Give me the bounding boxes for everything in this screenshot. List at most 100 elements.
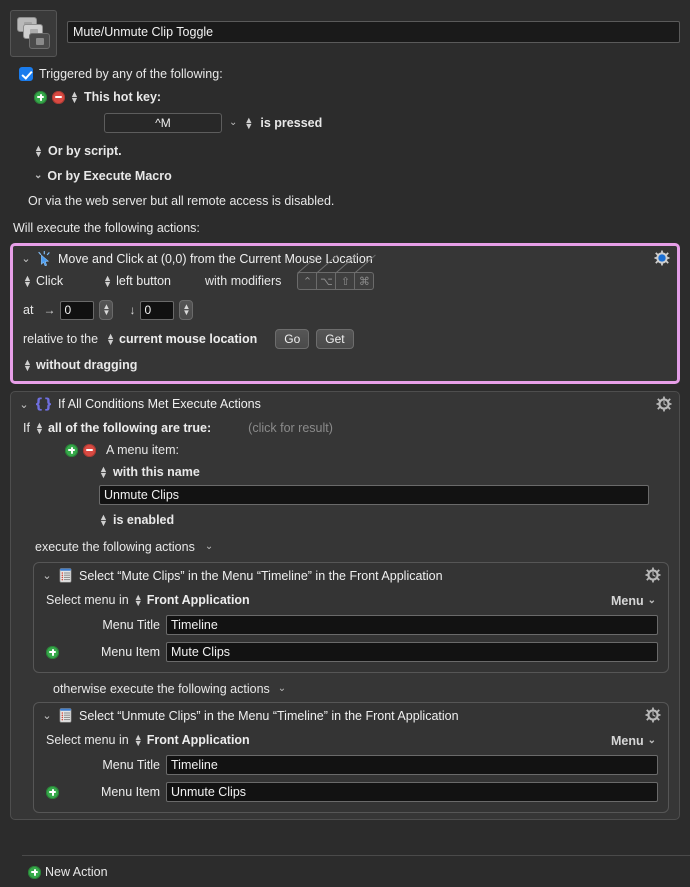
menu-title-row-mute: Menu Title Timeline <box>46 615 658 635</box>
hotkey-chevron-down-icon[interactable]: ⌄ <box>229 118 237 128</box>
triggered-by-checkbox[interactable] <box>19 67 33 81</box>
menu-target-popup-mute[interactable]: ▲ ▼ Front Application <box>134 593 250 608</box>
sub-action-title-unmute: Select “Unmute Clips” in the Menu “Timel… <box>79 708 459 723</box>
sub-action-select-menu-unmute[interactable]: ⌄ Select “Unmute Clips” in the Menu “Tim… <box>33 702 669 813</box>
disclosure-triangle-icon-if[interactable]: ⌄ <box>19 398 29 411</box>
condition-state-row[interactable]: ▲ ▼ is enabled <box>23 513 669 528</box>
add-menu-item-button-mute[interactable] <box>46 645 59 659</box>
go-button[interactable]: Go <box>275 329 310 349</box>
sub-action-gear-icon-mute[interactable] <box>645 567 661 583</box>
click-mode-popup[interactable]: ▲ ▼ Click <box>23 274 63 289</box>
macro-editor-window: Mute/Unmute Clip Toggle Triggered by any… <box>0 0 690 887</box>
menu-target-value-mute: Front Application <box>146 593 250 607</box>
condition-name-input[interactable]: Unmute Clips <box>99 485 649 505</box>
remove-condition-button[interactable] <box>83 443 96 457</box>
hotkey-input[interactable]: ^M <box>104 113 222 133</box>
menu-target-stepper-icon-unmute[interactable]: ▲ ▼ <box>134 733 143 748</box>
hotkey-condition-stepper-icon[interactable]: ▲ ▼ <box>244 116 253 131</box>
click-cursor-icon <box>38 251 50 266</box>
sub-action-title-mute: Select “Mute Clips” in the Menu “Timelin… <box>79 568 443 583</box>
then-branch-label-row[interactable]: execute the following actions ⌄ <box>23 540 669 554</box>
click-mode-stepper-icon[interactable]: ▲ ▼ <box>23 274 32 289</box>
relative-target-stepper-icon[interactable]: ▲ ▼ <box>106 332 115 347</box>
condition-state-stepper-icon[interactable]: ▲ ▼ <box>99 513 108 528</box>
menu-popup-button-mute[interactable]: Menu ⌄ <box>611 594 656 608</box>
match-mode-value: all of the following are true: <box>47 421 212 435</box>
menu-title-label-mute: Menu Title <box>102 618 160 632</box>
add-trigger-button[interactable] <box>34 90 47 104</box>
menu-target-popup-unmute[interactable]: ▲ ▼ Front Application <box>134 733 250 748</box>
action-if-all-conditions[interactable]: ⌄ {} If All Conditions Met Execute Actio… <box>10 391 680 820</box>
macro-stack-icon[interactable] <box>10 10 57 57</box>
menu-target-stepper-icon-mute[interactable]: ▲ ▼ <box>134 593 143 608</box>
execute-macro-chevron-down-icon[interactable]: ⌄ <box>34 171 42 181</box>
trigger-type-stepper-icon[interactable]: ▲ ▼ <box>70 90 79 105</box>
menu-title-input-mute[interactable]: Timeline <box>166 615 658 635</box>
x-coordinate-input[interactable]: 0 <box>60 300 95 320</box>
add-condition-button[interactable] <box>65 443 78 457</box>
command-modifier-button[interactable]: ⌘ <box>354 272 375 290</box>
relative-target-popup[interactable]: ▲ ▼ current mouse location <box>106 332 258 347</box>
menu-list-icon-unmute <box>59 708 72 723</box>
mouse-button-popup[interactable]: ▲ ▼ left button <box>103 274 171 289</box>
new-action-plus-icon <box>28 865 41 879</box>
option-modifier-button[interactable]: ⌥ <box>316 272 337 290</box>
condition-match-row: If ▲ ▼ all of the following are true: (cl… <box>23 421 669 436</box>
sub-action-body-unmute: Select menu in ▲ ▼ Front Application Menu… <box>34 733 668 812</box>
y-axis-arrow-icon: ↓ <box>129 303 136 317</box>
or-by-script-row[interactable]: ▲ ▼ Or by script. <box>0 144 690 159</box>
or-by-execute-macro-row[interactable]: ⌄ Or by Execute Macro <box>0 169 690 183</box>
else-branch-chevron-down-icon[interactable]: ⌄ <box>278 684 286 694</box>
drag-mode-stepper-icon[interactable]: ▲ ▼ <box>23 358 32 373</box>
y-coordinate-stepper[interactable]: ▲ ▼ <box>179 300 194 320</box>
drag-mode-row[interactable]: ▲ ▼ without dragging <box>23 358 667 373</box>
menu-item-input-mute[interactable]: Mute Clips <box>166 642 658 662</box>
get-button[interactable]: Get <box>316 329 354 349</box>
macro-title-input[interactable]: Mute/Unmute Clip Toggle <box>67 21 680 43</box>
menu-popup-button-unmute[interactable]: Menu ⌄ <box>611 734 656 748</box>
menu-item-label-mute: Menu Item <box>100 645 160 659</box>
remove-trigger-button[interactable] <box>52 90 65 104</box>
shift-modifier-button[interactable]: ⇧ <box>335 272 356 290</box>
action-move-and-click[interactable]: ⌄ Move and Click at (0,0) from the Curre… <box>10 243 680 384</box>
menu-popup-chevron-down-icon-unmute: ⌄ <box>647 735 656 746</box>
mouse-button-stepper-icon[interactable]: ▲ ▼ <box>103 274 112 289</box>
condition-type-row: A menu item: <box>23 443 669 457</box>
relative-target-value: current mouse location <box>119 332 258 346</box>
then-branch-chevron-down-icon[interactable]: ⌄ <box>205 542 213 552</box>
y-coordinate-input[interactable]: 0 <box>140 300 175 320</box>
disclosure-triangle-icon[interactable]: ⌄ <box>21 252 31 265</box>
disclosure-triangle-icon-unmute[interactable]: ⌄ <box>42 709 52 722</box>
drag-mode-value: without dragging <box>36 358 138 372</box>
condition-name-mode-stepper-icon[interactable]: ▲ ▼ <box>99 465 108 480</box>
then-branch-label: execute the following actions <box>35 540 195 554</box>
sub-action-gear-icon-unmute[interactable] <box>645 707 661 723</box>
action-title-if-conditions: If All Conditions Met Execute Actions <box>58 397 261 411</box>
condition-name-mode-value: with this name <box>113 465 200 479</box>
sub-action-select-menu-mute[interactable]: ⌄ Select “Mute Clips” in the Menu “Timel… <box>33 562 669 673</box>
add-menu-item-button-unmute[interactable] <box>46 785 59 799</box>
match-mode-popup[interactable]: ▲ ▼ all of the following are true: <box>35 421 212 436</box>
control-modifier-button[interactable]: ⌃ <box>297 272 318 290</box>
script-trigger-stepper-icon[interactable]: ▲ ▼ <box>34 144 43 159</box>
modifier-keys-group: ⌃ ⌥ ⇧ ⌘ <box>297 272 375 290</box>
condition-state-value: is enabled <box>113 513 175 527</box>
new-action-button[interactable]: New Action <box>28 865 108 879</box>
disclosure-triangle-icon-mute[interactable]: ⌄ <box>42 569 52 582</box>
else-branch-label-row[interactable]: otherwise execute the following actions … <box>11 682 679 696</box>
condition-name-mode-row[interactable]: ▲ ▼ with this name <box>23 465 669 480</box>
action-gear-icon-move-and-click[interactable] <box>654 250 670 266</box>
x-axis-arrow-icon: → <box>43 303 56 317</box>
action-gear-icon-if-conditions[interactable] <box>656 396 672 412</box>
x-coordinate-stepper[interactable]: ▲ ▼ <box>99 300 114 320</box>
sub-action-body-mute: Select menu in ▲ ▼ Front Application Menu… <box>34 593 668 672</box>
relative-to-row: relative to the ▲ ▼ current mouse locatio… <box>23 329 667 349</box>
menu-title-input-unmute[interactable]: Timeline <box>166 755 658 775</box>
sub-action-header-unmute: ⌄ Select “Unmute Clips” in the Menu “Tim… <box>34 703 668 727</box>
svg-text:{}: {} <box>36 397 51 411</box>
match-mode-stepper-icon[interactable]: ▲ ▼ <box>35 421 44 436</box>
menu-item-input-unmute[interactable]: Unmute Clips <box>166 782 658 802</box>
menu-popup-label-mute: Menu <box>610 594 644 608</box>
click-for-result-label[interactable]: (click for result) <box>248 421 333 435</box>
menu-item-row-unmute: Menu Item Unmute Clips <box>46 782 658 802</box>
